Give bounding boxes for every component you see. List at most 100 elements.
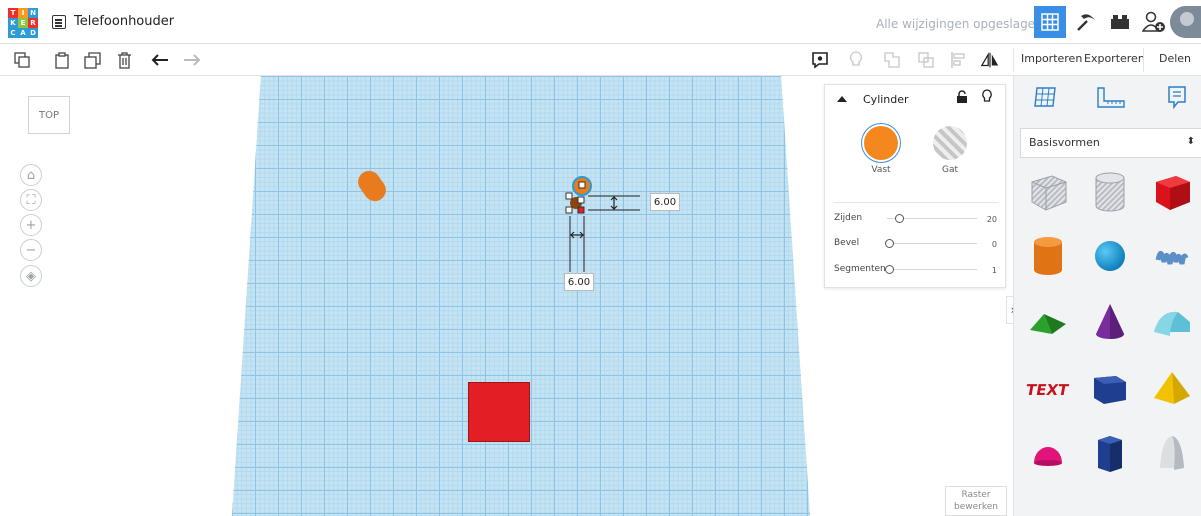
redo-button[interactable] xyxy=(182,50,202,70)
export-button[interactable]: Exporteren xyxy=(1084,52,1145,65)
view-cube[interactable]: TOP xyxy=(28,96,70,134)
perspective-button[interactable]: ◈ xyxy=(20,265,42,287)
width-dimension-input[interactable]: 6.00 xyxy=(564,273,594,291)
shape-cylinder[interactable] xyxy=(1022,230,1074,282)
ungroup-icon xyxy=(918,52,934,68)
shape-category-value: Basisvormen xyxy=(1029,136,1100,149)
light-bulb-icon[interactable] xyxy=(981,89,993,105)
collapse-inspector-icon[interactable] xyxy=(837,96,847,102)
share-button[interactable]: Delen xyxy=(1159,52,1191,65)
shape-round-roof[interactable] xyxy=(1146,296,1198,348)
height-dimension-input[interactable]: 6.00 xyxy=(650,193,680,211)
zoom-in-button[interactable]: + xyxy=(20,214,42,236)
red-box-shape[interactable] xyxy=(468,382,530,442)
user-avatar[interactable] xyxy=(1170,6,1201,38)
edit-grid-label-1: Raster xyxy=(961,490,991,500)
notes-tool-button[interactable] xyxy=(810,50,830,70)
align-icon xyxy=(951,52,965,68)
shapes-panel: Basisvormen ⬍ TEXT xyxy=(1013,76,1201,516)
logo-letter: E xyxy=(18,18,28,28)
logo-letter: T xyxy=(8,8,18,18)
undo-button[interactable] xyxy=(150,50,170,70)
shape-wedge[interactable] xyxy=(1084,362,1136,414)
notes-tab[interactable] xyxy=(1162,82,1192,112)
shape-roof[interactable] xyxy=(1022,296,1074,348)
bricks-view-button[interactable] xyxy=(1104,6,1136,38)
segments-slider-track[interactable] xyxy=(887,269,977,270)
selected-cylinder-handles[interactable] xyxy=(560,176,640,272)
add-user-icon xyxy=(1142,11,1165,32)
home-view-button[interactable]: ⌂ xyxy=(20,164,42,186)
mirror-button[interactable] xyxy=(980,50,1000,70)
pickaxe-icon xyxy=(1077,14,1095,31)
shape-half-sphere[interactable] xyxy=(1022,428,1074,480)
invite-user-button[interactable] xyxy=(1138,6,1170,38)
sides-slider-knob[interactable] xyxy=(895,214,904,223)
shape-inspector: Cylinder Vast Gat Zijden 20 Bevel 0 Segm… xyxy=(824,84,1006,288)
align-button[interactable] xyxy=(948,50,968,70)
grid-view-icon xyxy=(1041,13,1059,31)
edit-grid-button[interactable]: Raster bewerken xyxy=(945,486,1007,516)
undo-icon xyxy=(151,54,168,66)
shape-scribble[interactable] xyxy=(1146,230,1198,282)
fit-view-button[interactable]: ⛶ xyxy=(20,189,42,211)
segments-slider-knob[interactable] xyxy=(885,265,894,274)
zoom-out-button[interactable]: − xyxy=(20,239,42,261)
bevel-value: 0 xyxy=(991,240,997,249)
home-icon: ⌂ xyxy=(26,167,36,183)
logo-letter: R xyxy=(28,18,38,28)
paste-button[interactable] xyxy=(52,50,72,70)
shape-paraboloid[interactable] xyxy=(1146,428,1198,480)
light-bulb-button[interactable] xyxy=(846,50,866,70)
group-button[interactable] xyxy=(882,50,902,70)
view-cube-label: TOP xyxy=(38,109,59,121)
solid-label: Vast xyxy=(871,165,891,175)
import-button[interactable]: Importeren xyxy=(1021,52,1082,65)
shape-text[interactable]: TEXT xyxy=(1022,362,1074,414)
tinkercad-logo[interactable]: T I N K E R C A D xyxy=(8,8,38,38)
edit-toolbar: Importeren Exporteren Delen xyxy=(0,44,1201,76)
clipboard-icon xyxy=(55,51,69,69)
comment-eye-icon xyxy=(812,52,828,69)
lock-icon[interactable] xyxy=(956,90,968,104)
sides-value: 20 xyxy=(986,215,997,224)
solid-color-swatch[interactable] xyxy=(864,126,898,160)
ruler-tab[interactable] xyxy=(1096,82,1126,112)
bulb-icon xyxy=(850,51,862,66)
bevel-slider-knob[interactable] xyxy=(885,239,894,248)
blocks-view-button[interactable] xyxy=(1070,6,1102,38)
shape-pyramid[interactable] xyxy=(1146,362,1198,414)
shape-box-hole[interactable] xyxy=(1022,166,1074,218)
ungroup-button[interactable] xyxy=(916,50,936,70)
hole-swatch[interactable] xyxy=(933,126,967,160)
workplane-grid[interactable] xyxy=(232,76,810,516)
3d-design-view-button[interactable] xyxy=(1034,6,1066,38)
shape-sphere[interactable] xyxy=(1084,230,1136,282)
toolbar-divider xyxy=(1013,48,1014,72)
design-list-icon[interactable] xyxy=(52,15,66,29)
inspector-shape-name: Cylinder xyxy=(863,93,909,106)
sides-label: Zijden xyxy=(834,213,863,223)
plus-icon: + xyxy=(25,217,37,233)
shape-box[interactable] xyxy=(1146,166,1198,218)
logo-letter: K xyxy=(8,18,18,28)
shape-category-select[interactable]: Basisvormen ⬍ xyxy=(1020,128,1201,158)
ruler-icon xyxy=(1097,87,1125,108)
shape-cylinder-hole[interactable] xyxy=(1084,166,1136,218)
top-bar: T I N K E R C A D Telefoonhouder Alle wi… xyxy=(0,0,1201,44)
logo-letter: N xyxy=(28,8,38,18)
shape-cone[interactable] xyxy=(1084,296,1136,348)
perspective-icon: ◈ xyxy=(26,268,36,284)
duplicate-button[interactable] xyxy=(82,50,102,70)
bevel-slider-track[interactable] xyxy=(887,243,977,244)
delete-button[interactable] xyxy=(114,50,134,70)
logo-letter: I xyxy=(18,8,28,18)
shape-polygon[interactable] xyxy=(1084,428,1136,480)
document-title[interactable]: Telefoonhouder xyxy=(74,14,174,29)
logo-letter: A xyxy=(18,28,28,38)
workplane-tab[interactable] xyxy=(1030,82,1060,112)
new-workplane-button[interactable] xyxy=(12,50,32,70)
save-status: Alle wijzigingen opgeslagen xyxy=(876,17,1043,31)
duplicate-icon xyxy=(83,51,101,69)
logo-letter: C xyxy=(8,28,18,38)
